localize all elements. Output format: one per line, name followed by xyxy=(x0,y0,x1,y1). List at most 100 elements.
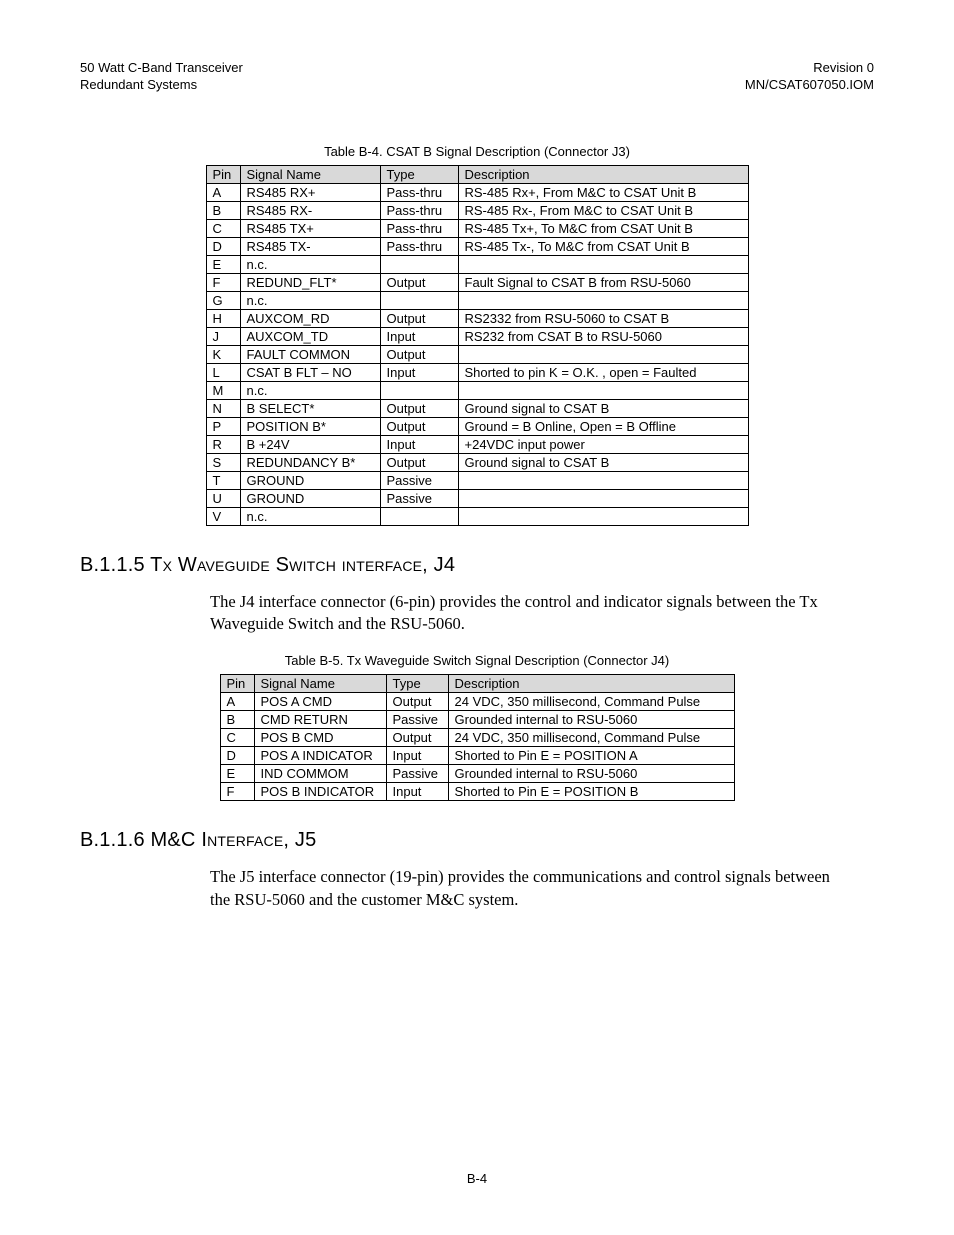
table-cell: R xyxy=(206,435,240,453)
table-cell: POSITION B* xyxy=(240,417,380,435)
table-cell: Fault Signal to CSAT B from RSU-5060 xyxy=(458,273,748,291)
table-cell: C xyxy=(206,219,240,237)
table-cell: 24 VDC, 350 millisecond, Command Pulse xyxy=(448,729,734,747)
table-row: CPOS B CMDOutput24 VDC, 350 millisecond,… xyxy=(220,729,734,747)
table-cell xyxy=(458,507,748,525)
table-cell: Pass-thru xyxy=(380,183,458,201)
table-cell xyxy=(458,489,748,507)
col-signal-name: Signal Name xyxy=(240,165,380,183)
section-b116-paragraph: The J5 interface connector (19-pin) prov… xyxy=(210,866,830,911)
table-cell: n.c. xyxy=(240,381,380,399)
table-cell: RS-485 Rx+, From M&C to CSAT Unit B xyxy=(458,183,748,201)
table-cell: RS485 RX- xyxy=(240,201,380,219)
table-cell: AUXCOM_TD xyxy=(240,327,380,345)
table-cell: Ground = B Online, Open = B Offline xyxy=(458,417,748,435)
table-header-row: Pin Signal Name Type Description xyxy=(220,675,734,693)
table-cell: FAULT COMMON xyxy=(240,345,380,363)
table-cell: S xyxy=(206,453,240,471)
table-cell: Input xyxy=(380,363,458,381)
table-row: PPOSITION B*OutputGround = B Online, Ope… xyxy=(206,417,748,435)
table-cell: E xyxy=(220,765,254,783)
section-b116-heading: B.1.1.6 M&C Interface, J5 xyxy=(80,829,874,852)
table-cell: 24 VDC, 350 millisecond, Command Pulse xyxy=(448,693,734,711)
table-cell: B xyxy=(206,201,240,219)
table-cell: POS B INDICATOR xyxy=(254,783,386,801)
table-row: JAUXCOM_TDInputRS232 from CSAT B to RSU-… xyxy=(206,327,748,345)
table-cell: Passive xyxy=(380,471,458,489)
table-row: BCMD RETURNPassiveGrounded internal to R… xyxy=(220,711,734,729)
table-row: KFAULT COMMONOutput xyxy=(206,345,748,363)
table-cell: C xyxy=(220,729,254,747)
section-b115-heading: B.1.1.5 Tx Waveguide Switch interface, J… xyxy=(80,554,874,577)
table-cell: Pass-thru xyxy=(380,219,458,237)
table-cell: Input xyxy=(380,327,458,345)
table-cell: L xyxy=(206,363,240,381)
table-cell xyxy=(458,291,748,309)
col-description: Description xyxy=(458,165,748,183)
table-cell: D xyxy=(206,237,240,255)
table-cell: CSAT B FLT – NO xyxy=(240,363,380,381)
table-cell: K xyxy=(206,345,240,363)
table-cell: +24VDC input power xyxy=(458,435,748,453)
table-cell: Pass-thru xyxy=(380,237,458,255)
table-row: FPOS B INDICATORInputShorted to Pin E = … xyxy=(220,783,734,801)
header-right-line2: MN/CSAT607050.IOM xyxy=(745,77,874,92)
table-row: FREDUND_FLT*OutputFault Signal to CSAT B… xyxy=(206,273,748,291)
table-cell xyxy=(458,471,748,489)
table-cell: POS A CMD xyxy=(254,693,386,711)
table-b4-caption: Table B-4. CSAT B Signal Description (Co… xyxy=(80,144,874,159)
table-cell xyxy=(380,381,458,399)
table-row: UGROUNDPassive xyxy=(206,489,748,507)
table-row: TGROUNDPassive xyxy=(206,471,748,489)
table-row: SREDUNDANCY B*OutputGround signal to CSA… xyxy=(206,453,748,471)
table-cell: Shorted to pin K = O.K. , open = Faulted xyxy=(458,363,748,381)
table-cell: Grounded internal to RSU-5060 xyxy=(448,711,734,729)
table-cell: RS2332 from RSU-5060 to CSAT B xyxy=(458,309,748,327)
table-b4: Pin Signal Name Type Description ARS485 … xyxy=(206,165,749,526)
table-cell: Ground signal to CSAT B xyxy=(458,399,748,417)
table-cell: REDUND_FLT* xyxy=(240,273,380,291)
table-row: Mn.c. xyxy=(206,381,748,399)
table-cell: M xyxy=(206,381,240,399)
table-cell: Output xyxy=(380,309,458,327)
table-cell: Passive xyxy=(386,711,448,729)
table-cell: n.c. xyxy=(240,291,380,309)
table-b5: Pin Signal Name Type Description APOS A … xyxy=(220,674,735,801)
table-row: LCSAT B FLT – NOInputShorted to pin K = … xyxy=(206,363,748,381)
table-row: En.c. xyxy=(206,255,748,273)
table-row: HAUXCOM_RDOutputRS2332 from RSU-5060 to … xyxy=(206,309,748,327)
table-cell: Output xyxy=(380,345,458,363)
table-header-row: Pin Signal Name Type Description xyxy=(206,165,748,183)
table-cell: F xyxy=(220,783,254,801)
header-left-line2: Redundant Systems xyxy=(80,77,197,92)
table-cell: CMD RETURN xyxy=(254,711,386,729)
table-row: DRS485 TX-Pass-thruRS-485 Tx-, To M&C fr… xyxy=(206,237,748,255)
col-description: Description xyxy=(448,675,734,693)
col-pin: Pin xyxy=(220,675,254,693)
table-cell: T xyxy=(206,471,240,489)
table-cell: Input xyxy=(380,435,458,453)
col-signal-name: Signal Name xyxy=(254,675,386,693)
table-cell: Shorted to Pin E = POSITION A xyxy=(448,747,734,765)
table-cell: GROUND xyxy=(240,489,380,507)
table-row: Vn.c. xyxy=(206,507,748,525)
table-row: APOS A CMDOutput24 VDC, 350 millisecond,… xyxy=(220,693,734,711)
table-cell: RS-485 Tx-, To M&C from CSAT Unit B xyxy=(458,237,748,255)
table-row: ARS485 RX+Pass-thruRS-485 Rx+, From M&C … xyxy=(206,183,748,201)
table-row: CRS485 TX+Pass-thruRS-485 Tx+, To M&C fr… xyxy=(206,219,748,237)
table-cell: Output xyxy=(380,453,458,471)
table-cell: P xyxy=(206,417,240,435)
col-pin: Pin xyxy=(206,165,240,183)
table-cell: Shorted to Pin E = POSITION B xyxy=(448,783,734,801)
table-cell: B SELECT* xyxy=(240,399,380,417)
table-cell: Pass-thru xyxy=(380,201,458,219)
header-right: Revision 0 MN/CSAT607050.IOM xyxy=(745,60,874,94)
table-cell: RS-485 Tx+, To M&C from CSAT Unit B xyxy=(458,219,748,237)
table-cell: POS B CMD xyxy=(254,729,386,747)
table-cell: Passive xyxy=(386,765,448,783)
table-cell: RS-485 Rx-, From M&C to CSAT Unit B xyxy=(458,201,748,219)
table-row: Gn.c. xyxy=(206,291,748,309)
page-number: B-4 xyxy=(80,1171,874,1186)
table-cell xyxy=(380,291,458,309)
table-cell: n.c. xyxy=(240,255,380,273)
